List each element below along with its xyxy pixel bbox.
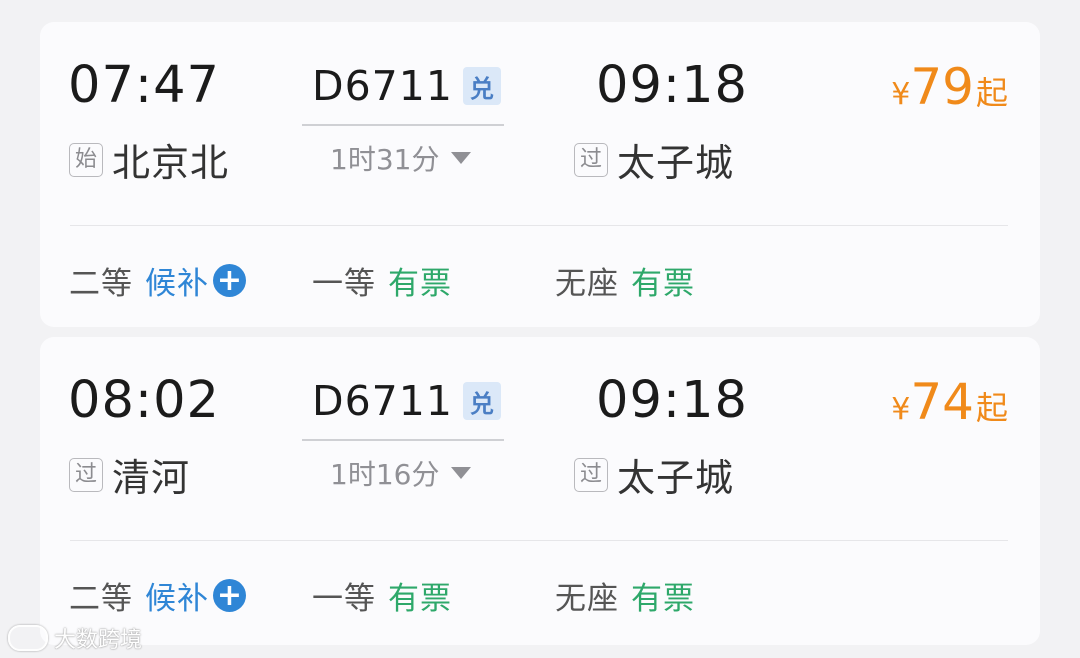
seat-class-label: 二等 xyxy=(69,266,133,302)
seat-standing[interactable]: 无座 有票 xyxy=(555,573,695,618)
departure-station: 始 北京北 xyxy=(69,132,229,187)
seat-status: 有票 xyxy=(388,581,452,617)
train-card[interactable]: 08:02 过 清河 D6711 兑 1时16分 09:18 过 太子城 ¥ 7… xyxy=(40,337,1040,645)
caret-down-icon xyxy=(451,467,472,479)
seat-class-label: 无座 xyxy=(555,266,619,302)
seat-standing[interactable]: 无座 有票 xyxy=(555,258,695,303)
divider xyxy=(70,225,1008,226)
price-amount: 79 xyxy=(910,58,974,116)
train-info: D6711 兑 xyxy=(312,377,501,425)
train-card[interactable]: 07:47 始 北京北 D6711 兑 1时31分 09:18 过 太子城 ¥ … xyxy=(40,22,1040,327)
price-suffix: 起 xyxy=(975,389,1008,427)
duration-toggle[interactable]: 1时31分 xyxy=(330,138,472,178)
station-type-tag: 过 xyxy=(69,457,103,492)
watermark-text: 大数跨境 xyxy=(54,628,143,653)
seat-status: 候补 xyxy=(145,581,209,617)
seat-status: 有票 xyxy=(631,266,695,302)
route-line xyxy=(302,439,504,441)
seat-availability: 二等 候补 + 一等 有票 无座 有票 xyxy=(40,258,1040,302)
station-type-tag: 过 xyxy=(574,457,608,492)
seat-second-class[interactable]: 二等 候补 + xyxy=(69,258,246,303)
duration-toggle[interactable]: 1时16分 xyxy=(330,453,472,493)
route-line xyxy=(302,124,504,126)
price: ¥ 74 起 xyxy=(891,373,1008,431)
departure-time: 07:47 xyxy=(68,56,220,115)
train-number: D6711 xyxy=(312,62,453,110)
currency-symbol: ¥ xyxy=(891,77,911,112)
arrival-time: 09:18 xyxy=(596,371,748,430)
duration-text: 1时31分 xyxy=(330,143,440,176)
departure-station: 过 清河 xyxy=(69,447,190,502)
duration-text: 1时16分 xyxy=(330,458,440,491)
train-number: D6711 xyxy=(312,377,453,425)
departure-station-name: 北京北 xyxy=(112,141,230,185)
seat-status: 候补 xyxy=(145,266,209,302)
divider xyxy=(70,540,1008,541)
seat-availability: 二等 候补 + 一等 有票 无座 有票 xyxy=(40,573,1040,617)
seat-status: 有票 xyxy=(388,266,452,302)
price-amount: 74 xyxy=(910,373,974,431)
arrival-station: 过 太子城 xyxy=(574,132,734,187)
plus-circle-icon[interactable]: + xyxy=(213,264,246,297)
plus-circle-icon[interactable]: + xyxy=(213,579,246,612)
seat-status: 有票 xyxy=(631,581,695,617)
price-suffix: 起 xyxy=(975,74,1008,112)
departure-station-name: 清河 xyxy=(112,456,191,500)
seat-second-class[interactable]: 二等 候补 + xyxy=(69,573,246,618)
redeem-badge: 兑 xyxy=(462,382,501,420)
train-results-page: 07:47 始 北京北 D6711 兑 1时31分 09:18 过 太子城 ¥ … xyxy=(0,0,1080,658)
price: ¥ 79 起 xyxy=(891,58,1008,116)
redeem-badge: 兑 xyxy=(462,67,501,105)
seat-first-class[interactable]: 一等 有票 xyxy=(312,258,452,303)
watermark: 大数跨境 xyxy=(8,622,142,654)
train-info: D6711 兑 xyxy=(312,62,501,110)
departure-time: 08:02 xyxy=(68,371,220,430)
watermark-logo-icon xyxy=(8,625,48,651)
caret-down-icon xyxy=(451,152,472,164)
arrival-time: 09:18 xyxy=(596,56,748,115)
currency-symbol: ¥ xyxy=(891,392,911,427)
arrival-station-name: 太子城 xyxy=(617,141,735,185)
seat-first-class[interactable]: 一等 有票 xyxy=(312,573,452,618)
seat-class-label: 一等 xyxy=(312,581,376,617)
seat-class-label: 二等 xyxy=(69,581,133,617)
station-type-tag: 过 xyxy=(574,142,608,177)
arrival-station-name: 太子城 xyxy=(617,456,735,500)
arrival-station: 过 太子城 xyxy=(574,447,734,502)
station-type-tag: 始 xyxy=(69,142,103,177)
seat-class-label: 无座 xyxy=(555,581,619,617)
seat-class-label: 一等 xyxy=(312,266,376,302)
